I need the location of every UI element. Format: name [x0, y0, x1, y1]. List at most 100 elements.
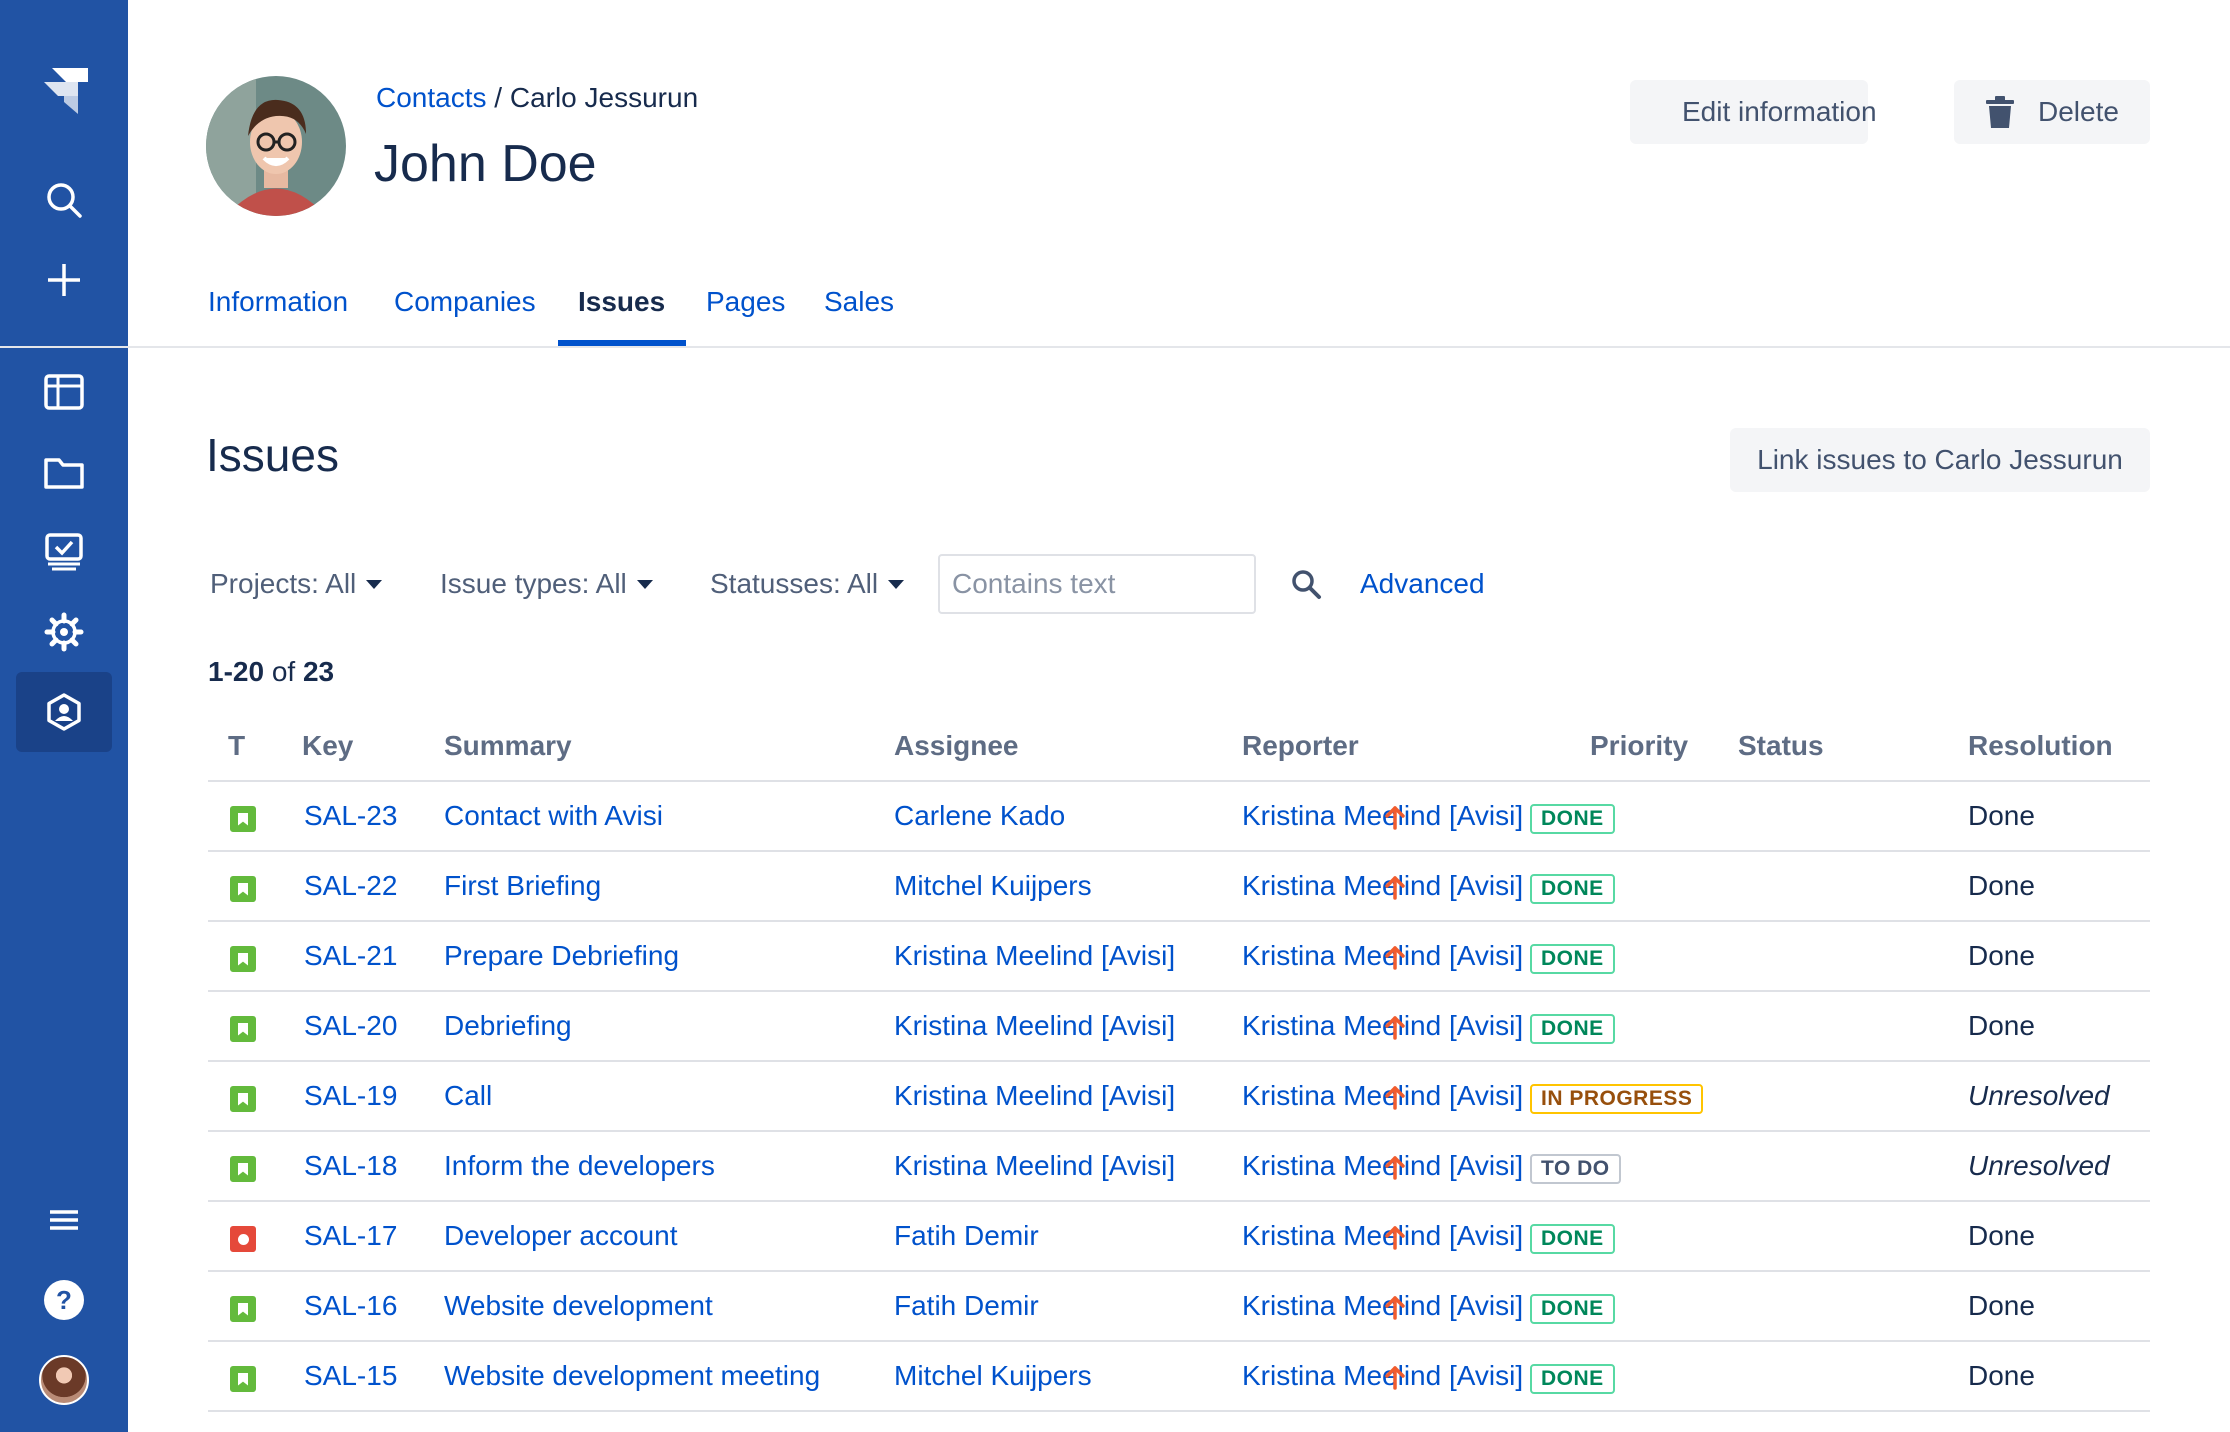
- contacts-app-icon[interactable]: [16, 672, 112, 752]
- edit-information-label: Edit information: [1682, 96, 1877, 127]
- reporter-link[interactable]: Kristina Meelind [Avisi]: [1242, 940, 1523, 972]
- issue-key-link[interactable]: SAL-21: [304, 940, 397, 972]
- table-row[interactable]: SAL-18 Inform the developers Kristina Meel…: [208, 1132, 2150, 1202]
- table-row[interactable]: SAL-20 Debriefing Kristina Meelind [Avisi]…: [208, 992, 2150, 1062]
- column-header-priority[interactable]: Priority: [1590, 730, 1688, 762]
- table-row[interactable]: SAL-23 Contact with Avisi Carlene Kado Kris…: [208, 782, 2150, 852]
- gear-icon[interactable]: [0, 592, 128, 672]
- issue-key-link[interactable]: SAL-20: [304, 1010, 397, 1042]
- issue-key-link[interactable]: SAL-15: [304, 1360, 397, 1392]
- column-header-resolution[interactable]: Resolution: [1968, 730, 2113, 762]
- checklist-icon[interactable]: [0, 512, 128, 592]
- reporter-link[interactable]: Kristina Meelind [Avisi]: [1242, 1150, 1523, 1182]
- table-row[interactable]: SAL-22 First Briefing Mitchel Kuijpers Kris…: [208, 852, 2150, 922]
- issue-summary-link[interactable]: Inform the developers: [444, 1150, 715, 1182]
- priority-high-icon: [1384, 804, 1406, 835]
- issue-summary-link[interactable]: Website development meeting: [444, 1360, 820, 1392]
- issue-summary-link[interactable]: Website development: [444, 1290, 713, 1322]
- priority-high-icon: [1384, 1014, 1406, 1045]
- tab-pages[interactable]: Pages: [706, 286, 785, 318]
- column-header-status[interactable]: Status: [1738, 730, 1824, 762]
- issue-summary-link[interactable]: Debriefing: [444, 1010, 572, 1042]
- issue-types-filter-label: Issue types: All: [440, 568, 627, 599]
- story-type-icon: [230, 1296, 256, 1322]
- assignee-link[interactable]: Kristina Meelind [Avisi]: [894, 1010, 1175, 1042]
- chevron-down-icon: [366, 579, 383, 589]
- result-total: 23: [302, 656, 335, 687]
- delete-button[interactable]: Delete: [1954, 80, 2150, 144]
- menu-icon[interactable]: [0, 1180, 128, 1260]
- column-header-summary[interactable]: Summary: [444, 730, 572, 762]
- result-of: of: [264, 656, 303, 687]
- table-row[interactable]: SAL-17 Developer account Fatih Demir Kristi…: [208, 1202, 2150, 1272]
- reporter-link[interactable]: Kristina Meelind [Avisi]: [1242, 1220, 1523, 1252]
- issue-key-link[interactable]: SAL-17: [304, 1220, 397, 1252]
- resolution-text: Done: [1968, 1360, 2035, 1391]
- column-header-reporter[interactable]: Reporter: [1242, 730, 1359, 762]
- page-title: John Doe: [374, 135, 597, 193]
- issue-key-link[interactable]: SAL-19: [304, 1080, 397, 1112]
- reporter-link[interactable]: Kristina Meelind [Avisi]: [1242, 870, 1523, 902]
- breadcrumb-current: Carlo Jessurun: [509, 82, 699, 113]
- table-row[interactable]: SAL-15 Website development meeting Mitchel…: [208, 1342, 2150, 1412]
- reporter-link[interactable]: Kristina Meelind [Avisi]: [1242, 1290, 1523, 1322]
- assignee-link[interactable]: Kristina Meelind [Avisi]: [894, 1150, 1175, 1182]
- table-row[interactable]: SAL-16 Website development Fatih Demir Kris…: [208, 1272, 2150, 1342]
- table-row[interactable]: SAL-19 Call Kristina Meelind [Avisi] Kristi…: [208, 1062, 2150, 1132]
- search-icon: [1292, 570, 1321, 599]
- reporter-link[interactable]: Kristina Meelind [Avisi]: [1242, 1010, 1523, 1042]
- tab-sales[interactable]: Sales: [824, 286, 894, 318]
- tab-information[interactable]: Information: [208, 286, 348, 318]
- status-badge: DONE: [1530, 1224, 1615, 1254]
- table-row[interactable]: SAL-21 Prepare Debriefing Kristina Meelind…: [208, 922, 2150, 992]
- contains-text-input[interactable]: [938, 554, 1256, 614]
- folder-icon[interactable]: [0, 432, 128, 512]
- resolution-text: Done: [1968, 1010, 2035, 1041]
- statuses-filter[interactable]: Statusses: All: [710, 568, 905, 600]
- issue-summary-link[interactable]: Developer account: [444, 1220, 677, 1252]
- user-avatar[interactable]: [0, 1340, 128, 1420]
- assignee-link[interactable]: Fatih Demir: [894, 1220, 1039, 1252]
- reporter-link[interactable]: Kristina Meelind [Avisi]: [1242, 1360, 1523, 1392]
- resolution-text: Done: [1968, 1290, 2035, 1321]
- jira-logo-icon[interactable]: [0, 50, 128, 130]
- assignee-link[interactable]: Fatih Demir: [894, 1290, 1039, 1322]
- column-header-type[interactable]: T: [228, 730, 245, 762]
- issue-key-link[interactable]: SAL-16: [304, 1290, 397, 1322]
- section-title: Issues: [206, 429, 339, 481]
- reporter-link[interactable]: Kristina Meelind [Avisi]: [1242, 1080, 1523, 1112]
- resolution-text: Unresolved: [1968, 1150, 2110, 1181]
- advanced-search-link[interactable]: Advanced: [1360, 568, 1485, 600]
- contact-avatar: [206, 76, 346, 216]
- issue-summary-link[interactable]: First Briefing: [444, 870, 601, 902]
- chevron-down-icon: [636, 579, 653, 589]
- issue-key-link[interactable]: SAL-22: [304, 870, 397, 902]
- breadcrumb-contacts-link[interactable]: Contacts: [376, 82, 487, 113]
- board-icon[interactable]: [0, 352, 128, 432]
- column-header-key[interactable]: Key: [302, 730, 353, 762]
- tab-companies[interactable]: Companies: [394, 286, 536, 318]
- issue-key-link[interactable]: SAL-18: [304, 1150, 397, 1182]
- projects-filter[interactable]: Projects: All: [210, 568, 383, 600]
- reporter-link[interactable]: Kristina Meelind [Avisi]: [1242, 800, 1523, 832]
- assignee-link[interactable]: Mitchel Kuijpers: [894, 1360, 1092, 1392]
- issue-types-filter[interactable]: Issue types: All: [440, 568, 653, 600]
- link-issues-button[interactable]: Link issues to Carlo Jessurun: [1730, 428, 2150, 492]
- help-icon[interactable]: ?: [0, 1260, 128, 1340]
- issue-summary-link[interactable]: Prepare Debriefing: [444, 940, 679, 972]
- tab-bar: Information Companies Issues Pages Sales: [0, 276, 2230, 348]
- assignee-link[interactable]: Carlene Kado: [894, 800, 1065, 832]
- table-header: T Key Summary Assignee Reporter Priority…: [208, 718, 2150, 782]
- search-icon[interactable]: [0, 160, 128, 240]
- assignee-link[interactable]: Kristina Meelind [Avisi]: [894, 1080, 1175, 1112]
- tab-issues[interactable]: Issues: [578, 286, 665, 318]
- edit-information-button[interactable]: Edit information: [1630, 80, 1877, 144]
- assignee-link[interactable]: Mitchel Kuijpers: [894, 870, 1092, 902]
- column-header-assignee[interactable]: Assignee: [894, 730, 1019, 762]
- assignee-link[interactable]: Kristina Meelind [Avisi]: [894, 940, 1175, 972]
- search-button[interactable]: [1286, 564, 1326, 604]
- issue-summary-link[interactable]: Call: [444, 1080, 492, 1112]
- issue-key-link[interactable]: SAL-23: [304, 800, 397, 832]
- story-type-icon: [230, 1086, 256, 1112]
- issue-summary-link[interactable]: Contact with Avisi: [444, 800, 663, 832]
